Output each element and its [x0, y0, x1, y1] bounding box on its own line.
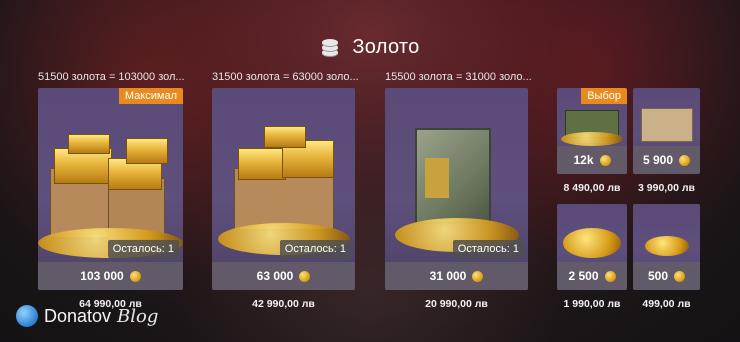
offer-amount: 63 000	[256, 269, 294, 283]
offer-price: 20 990,00 лв	[425, 298, 488, 310]
gold-bars-image	[38, 88, 183, 262]
offer-badge: Максимал	[118, 88, 183, 104]
offer-amount: 12k	[573, 153, 594, 167]
remaining-count: Осталось: 1	[279, 240, 351, 258]
offer-amount: 500	[647, 269, 669, 283]
gold-safe-image	[385, 88, 528, 262]
gold-coin-icon	[679, 154, 691, 166]
offer-price: 42 990,00 лв	[252, 298, 315, 310]
coin-stack-icon	[320, 37, 342, 59]
offer-amount-bar: 103 000	[38, 262, 183, 290]
offer-tile-500[interactable]: 500	[633, 204, 700, 290]
gold-bars-image	[212, 88, 355, 262]
gold-coin-icon	[472, 270, 484, 282]
gold-coins-image	[557, 204, 627, 262]
remaining-count: Осталось: 1	[107, 240, 179, 258]
section-header: Золото	[0, 36, 740, 59]
watermark-logo: Donatov Blog	[16, 305, 158, 327]
gold-coin-icon	[674, 270, 686, 282]
gold-coin-icon	[299, 270, 311, 282]
page-title: Золото	[352, 36, 420, 58]
offer-amount-bar: 12k	[557, 146, 627, 174]
offer-price: 3 990,00 лв	[638, 182, 695, 194]
gold-coin-icon	[599, 154, 611, 166]
logo-icon	[16, 305, 38, 327]
offer-price: 499,00 лв	[642, 298, 691, 310]
offer-label: 31500 золота = 63000 золо...	[212, 71, 359, 83]
offer-amount-bar: 5 900	[633, 146, 700, 174]
offer-badge: Выбор	[581, 88, 627, 104]
offer-amount-bar: 500	[633, 262, 700, 290]
offer-tile-31000[interactable]: Осталось: 1 31 000	[385, 88, 528, 290]
offer-label: 51500 золота = 103000 зол...	[38, 71, 185, 83]
gold-coin-icon	[604, 270, 616, 282]
gold-box-image	[633, 88, 700, 146]
offer-price: 8 490,00 лв	[563, 182, 621, 194]
offer-price: 1 990,00 лв	[563, 298, 621, 310]
offer-amount: 2 500	[568, 269, 599, 283]
offer-tile-12k[interactable]: Выбор 12k	[557, 88, 627, 174]
offer-amount-bar: 63 000	[212, 262, 355, 290]
offer-amount: 5 900	[642, 153, 674, 167]
offer-tile-103000[interactable]: Максимал Осталось: 1 103 000	[38, 88, 183, 290]
offer-amount-bar: 2 500	[557, 262, 627, 290]
offer-amount: 31 000	[429, 269, 467, 283]
gold-coin-icon	[129, 270, 141, 282]
gold-coins-image	[633, 204, 700, 262]
offer-tile-5900[interactable]: 5 900	[633, 88, 700, 174]
offer-tile-2500[interactable]: 2 500	[557, 204, 627, 290]
offer-amount-bar: 31 000	[385, 262, 528, 290]
offer-amount: 103 000	[80, 269, 124, 283]
logo-brand: Donatov	[44, 305, 112, 326]
logo-suffix: Blog	[117, 305, 159, 327]
remaining-count: Осталось: 1	[452, 240, 524, 258]
offer-tile-63000[interactable]: Осталось: 1 63 000	[212, 88, 355, 290]
offer-label: 15500 золота = 31000 золо...	[385, 71, 532, 83]
